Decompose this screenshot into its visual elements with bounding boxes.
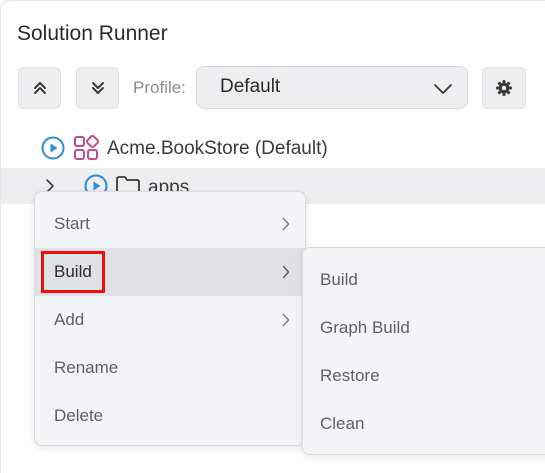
menu-item-rename[interactable]: Rename — [35, 344, 305, 392]
menu-item-add[interactable]: Add — [35, 296, 305, 344]
solution-icon — [73, 134, 100, 166]
profile-select[interactable]: Default — [196, 66, 468, 109]
profile-label: Profile: — [133, 78, 186, 97]
tree-item-solution[interactable]: Acme.BookStore (Default) — [1, 130, 545, 166]
menu-item-label: Start — [54, 214, 90, 233]
menu-item-label: Delete — [54, 406, 104, 425]
chevron-right-icon — [282, 313, 290, 332]
double-chevron-up-icon — [32, 80, 48, 96]
double-chevron-down-icon — [90, 80, 106, 96]
submenu-item-clean[interactable]: Clean — [303, 400, 545, 448]
menu-item-label: Add — [54, 310, 85, 329]
menu-item-delete[interactable]: Delete — [35, 392, 305, 440]
chevron-down-icon — [433, 82, 453, 100]
solution-label: Acme.BookStore (Default) — [107, 138, 328, 159]
collapse-all-button[interactable] — [76, 67, 119, 109]
submenu-item-label: Graph Build — [320, 318, 410, 337]
panel-title: Solution Runner — [17, 22, 168, 45]
submenu-item-label: Build — [320, 270, 358, 289]
submenu-item-graph-build[interactable]: Graph Build — [303, 304, 545, 352]
submenu-item-label: Restore — [320, 366, 380, 385]
menu-item-label: Rename — [54, 358, 119, 377]
menu-item-start[interactable]: Start — [35, 200, 305, 248]
menu-item-build[interactable]: Build — [35, 248, 305, 296]
build-submenu: Build Graph Build Restore Clean — [302, 247, 545, 455]
settings-button[interactable] — [482, 67, 526, 109]
expand-all-button[interactable] — [18, 67, 61, 109]
profile-select-value: Default — [220, 76, 281, 97]
menu-item-label: Build — [54, 262, 92, 281]
chevron-right-icon — [282, 217, 290, 236]
play-circle-icon[interactable] — [41, 136, 65, 165]
gear-icon — [495, 79, 513, 97]
submenu-item-label: Clean — [320, 414, 365, 433]
chevron-right-icon — [282, 265, 290, 284]
submenu-item-restore[interactable]: Restore — [303, 352, 545, 400]
submenu-item-build[interactable]: Build — [303, 256, 545, 304]
context-menu: Start Build Add Rename Delete — [34, 191, 306, 446]
